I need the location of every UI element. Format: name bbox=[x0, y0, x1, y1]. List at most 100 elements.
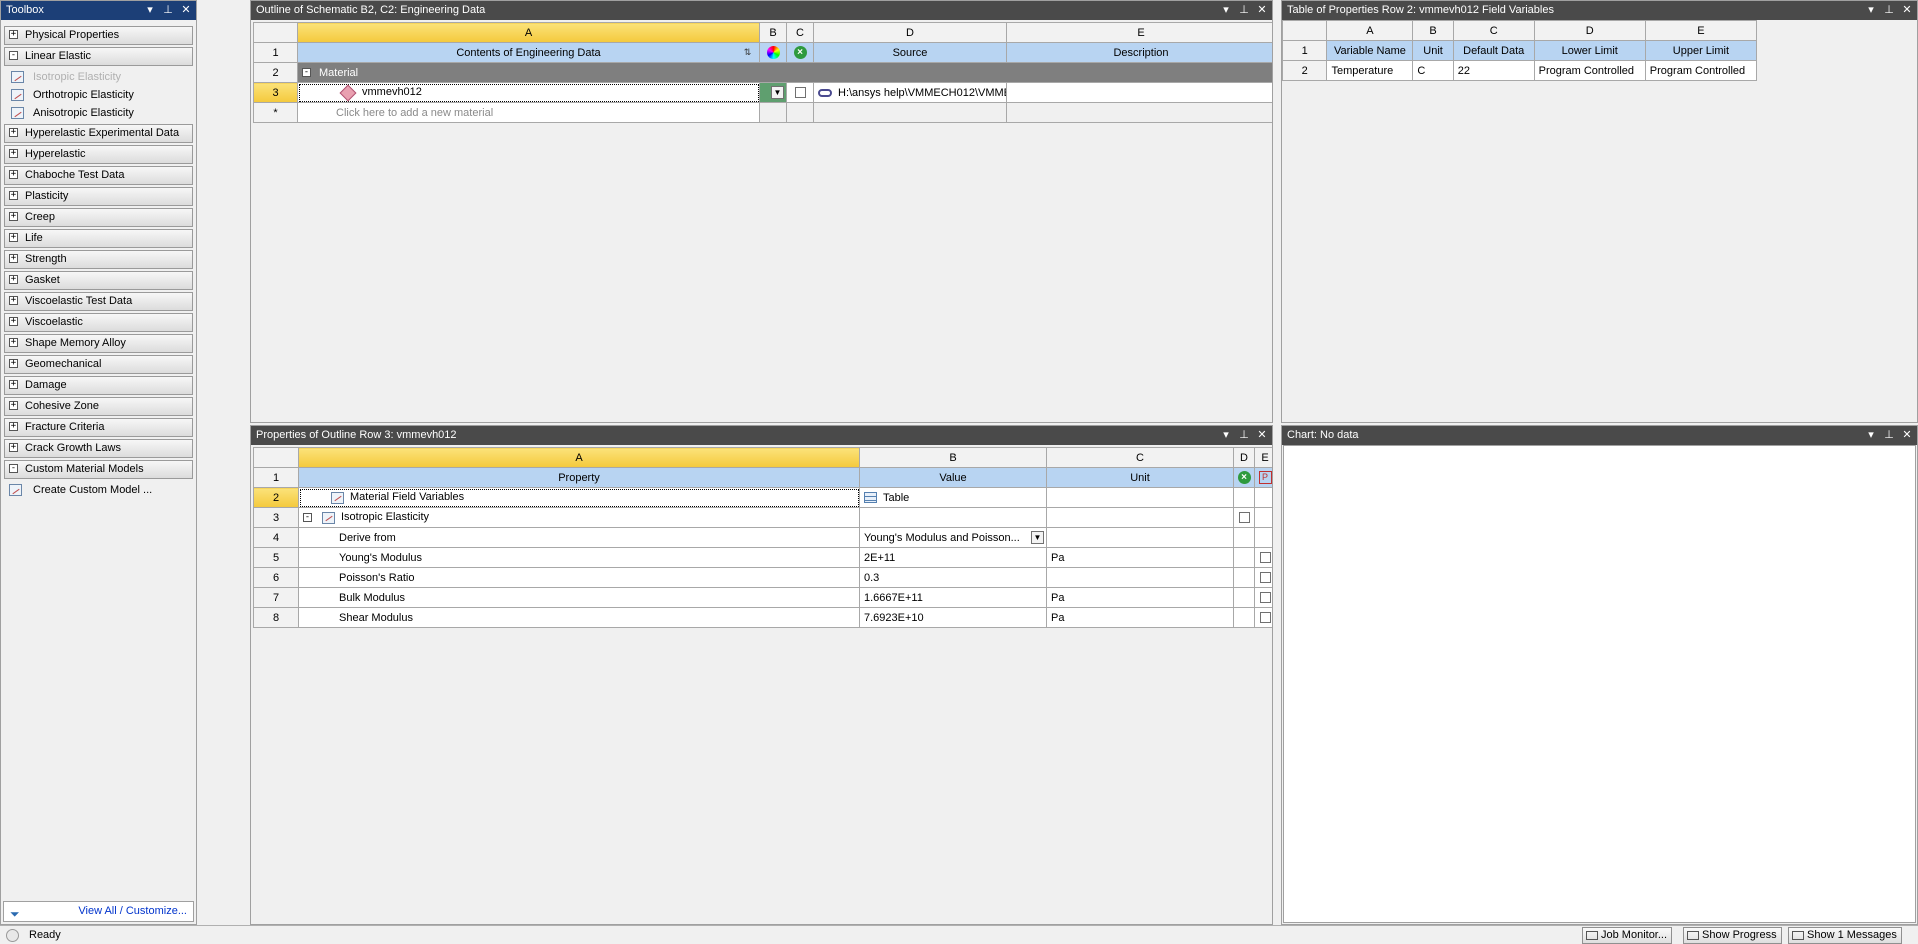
toolbox-category[interactable]: + Gasket bbox=[4, 271, 193, 290]
sort-icon[interactable]: ⇅ bbox=[742, 47, 753, 58]
dropdown-icon[interactable]: ▾ bbox=[142, 1, 158, 20]
material-name-cell[interactable]: vmmevh012 bbox=[297, 82, 760, 103]
column-header-c[interactable]: C bbox=[1452, 20, 1535, 41]
suppress-checkbox[interactable] bbox=[794, 87, 806, 99]
toolbox-category[interactable]: + Viscoelastic Test Data bbox=[4, 292, 193, 311]
column-header-d[interactable]: D bbox=[1533, 20, 1646, 41]
toolbox-category-physical-properties[interactable]: + Physical Properties bbox=[4, 26, 193, 45]
property-cell: Shear Modulus bbox=[298, 607, 860, 628]
column-header-b[interactable]: B bbox=[1412, 20, 1454, 41]
parameter-checkbox-cell[interactable] bbox=[1254, 567, 1272, 588]
pin-icon[interactable]: ⊥ bbox=[1881, 426, 1897, 445]
dropdown-icon[interactable]: ▾ bbox=[1218, 1, 1234, 20]
toolbox-category-custom-material-models[interactable]: - Custom Material Models bbox=[4, 460, 193, 479]
dropdown-arrow-icon[interactable]: ▼ bbox=[1031, 531, 1044, 544]
parameter-checkbox[interactable] bbox=[1259, 592, 1271, 604]
parameter-checkbox-cell[interactable] bbox=[1254, 607, 1272, 628]
show-progress-button[interactable]: Show Progress bbox=[1683, 927, 1782, 944]
suppress-checkbox-cell[interactable] bbox=[1233, 507, 1255, 528]
upper-limit-cell[interactable]: Program Controlled bbox=[1644, 60, 1758, 81]
show-messages-button[interactable]: Show 1 Messages bbox=[1788, 927, 1902, 944]
column-header-d[interactable]: D bbox=[1233, 447, 1255, 468]
toolbox-category[interactable]: + Strength bbox=[4, 250, 193, 269]
close-icon[interactable]: ✕ bbox=[1254, 1, 1270, 20]
toolbox-category[interactable]: + Life bbox=[4, 229, 193, 248]
view-all-customize-link[interactable]: View All / Customize... bbox=[78, 902, 187, 921]
unit-cell[interactable]: Pa bbox=[1046, 547, 1234, 568]
column-header-b[interactable]: B bbox=[759, 22, 787, 43]
parameter-checkbox-cell[interactable] bbox=[1254, 587, 1272, 608]
column-header-d[interactable]: D bbox=[813, 22, 1007, 43]
collapse-icon[interactable]: - bbox=[302, 68, 311, 78]
toolbox-category[interactable]: + Geomechanical bbox=[4, 355, 193, 374]
dropdown-icon[interactable]: ▾ bbox=[1863, 426, 1879, 445]
toolbox-category[interactable]: + Creep bbox=[4, 208, 193, 227]
value-cell[interactable]: 0.3 bbox=[859, 567, 1047, 588]
column-header-e[interactable]: E bbox=[1006, 22, 1272, 43]
description-cell[interactable] bbox=[1006, 82, 1272, 103]
toolbox-category[interactable]: + Cohesive Zone bbox=[4, 397, 193, 416]
parameter-checkbox[interactable] bbox=[1259, 572, 1271, 584]
default-data-cell[interactable]: 22 bbox=[1452, 60, 1535, 81]
property-cell[interactable]: - Isotropic Elasticity bbox=[298, 507, 860, 528]
pin-icon[interactable]: ⊥ bbox=[160, 1, 176, 20]
toolbox-item-isotropic-elasticity[interactable]: Isotropic Elasticity bbox=[1, 68, 196, 86]
parameter-checkbox[interactable] bbox=[1259, 552, 1271, 564]
derive-from-select[interactable]: Young's Modulus and Poisson... ▼ bbox=[859, 527, 1047, 548]
close-icon[interactable]: ✕ bbox=[1899, 1, 1915, 20]
add-material-cell[interactable]: Click here to add a new material bbox=[297, 102, 760, 123]
value-cell[interactable]: 2E+11 bbox=[859, 547, 1047, 568]
column-header-e[interactable]: E bbox=[1254, 447, 1272, 468]
toolbox-category[interactable]: + Hyperelastic bbox=[4, 145, 193, 164]
close-icon[interactable]: ✕ bbox=[1254, 426, 1270, 445]
toolbox-category[interactable]: + Damage bbox=[4, 376, 193, 395]
column-header-e[interactable]: E bbox=[1644, 20, 1758, 41]
expand-icon: + bbox=[9, 421, 18, 431]
parameter-checkbox-cell[interactable] bbox=[1254, 547, 1272, 568]
close-icon[interactable]: ✕ bbox=[1899, 426, 1915, 445]
properties-panel: Properties of Outline Row 3: vmmevh012 ▾… bbox=[250, 425, 1273, 925]
suppress-checkbox-cell[interactable] bbox=[786, 82, 814, 103]
toolbox-category[interactable]: + Chaboche Test Data bbox=[4, 166, 193, 185]
filter-icon[interactable]: ⏷ bbox=[10, 905, 20, 924]
toolbox-item-orthotropic-elasticity[interactable]: Orthotropic Elasticity bbox=[1, 86, 196, 104]
toolbox-category[interactable]: + Plasticity bbox=[4, 187, 193, 206]
toolbox-category-linear-elastic[interactable]: - Linear Elastic bbox=[4, 47, 193, 66]
dropdown-icon[interactable]: ▾ bbox=[1218, 426, 1234, 445]
parameter-checkbox[interactable] bbox=[1259, 612, 1271, 624]
toolbox-item-create-custom-model[interactable]: Create Custom Model ... bbox=[1, 481, 196, 499]
material-dropdown-cell[interactable]: ▼ bbox=[759, 82, 787, 103]
empty-cell bbox=[1233, 547, 1255, 568]
unit-header: Unit bbox=[1046, 467, 1234, 488]
suppress-checkbox[interactable] bbox=[1238, 512, 1250, 524]
close-icon[interactable]: ✕ bbox=[178, 1, 194, 20]
pin-icon[interactable]: ⊥ bbox=[1881, 1, 1897, 20]
column-header-a[interactable]: A bbox=[1326, 20, 1414, 41]
dropdown-arrow-icon[interactable]: ▼ bbox=[771, 86, 784, 99]
column-header-a[interactable]: A bbox=[298, 447, 860, 468]
job-monitor-button[interactable]: Job Monitor... bbox=[1582, 927, 1673, 944]
toolbox-category[interactable]: + Fracture Criteria bbox=[4, 418, 193, 437]
contents-header[interactable]: Contents of Engineering Data ⇅ bbox=[297, 42, 760, 63]
column-header-c[interactable]: C bbox=[786, 22, 814, 43]
column-header-a[interactable]: A bbox=[297, 22, 760, 43]
field-variables-grid: A B C D E 1 Variable Name Unit Default D… bbox=[1282, 20, 1758, 81]
toolbox-category[interactable]: + Viscoelastic bbox=[4, 313, 193, 332]
toolbox-item-anisotropic-elasticity[interactable]: Anisotropic Elasticity bbox=[1, 104, 196, 122]
unit-cell[interactable]: C bbox=[1412, 60, 1454, 81]
lower-limit-cell[interactable]: Program Controlled bbox=[1533, 60, 1646, 81]
material-group-row[interactable]: - Material bbox=[297, 62, 1272, 83]
dropdown-icon[interactable]: ▾ bbox=[1863, 1, 1879, 20]
row-number: 4 bbox=[253, 527, 299, 548]
column-header-c[interactable]: C bbox=[1046, 447, 1234, 468]
toolbox-category[interactable]: + Hyperelastic Experimental Data bbox=[4, 124, 193, 143]
pin-icon[interactable]: ⊥ bbox=[1236, 426, 1252, 445]
chart-title-bar: Chart: No data ▾ ⊥ ✕ bbox=[1282, 426, 1917, 445]
toolbox-category[interactable]: + Crack Growth Laws bbox=[4, 439, 193, 458]
value-cell[interactable]: Table bbox=[859, 487, 1047, 508]
column-header-b[interactable]: B bbox=[859, 447, 1047, 468]
pin-icon[interactable]: ⊥ bbox=[1236, 1, 1252, 20]
property-cell[interactable]: Material Field Variables bbox=[298, 487, 860, 508]
collapse-icon[interactable]: - bbox=[303, 513, 312, 523]
toolbox-category[interactable]: + Shape Memory Alloy bbox=[4, 334, 193, 353]
